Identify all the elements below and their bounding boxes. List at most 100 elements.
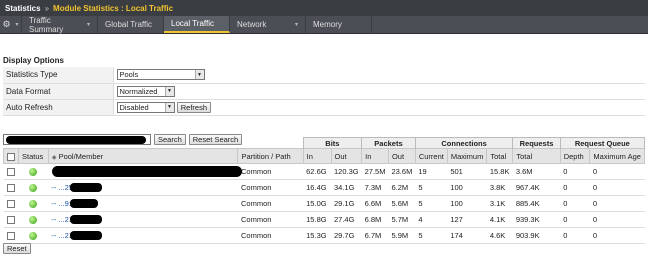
member-cell: -- ...217:7010 (48, 211, 238, 228)
cell-conn-current: 5 (415, 227, 448, 244)
auto-refresh-select[interactable]: Disabled ▼ (116, 101, 175, 113)
cell-conn-current: 5 (415, 195, 448, 212)
options-table: Statistics Type Pools ▼ Data Format Norm… (3, 67, 645, 116)
cell-depth: 0 (560, 195, 590, 212)
row-checkbox[interactable] (6, 200, 15, 208)
row-checkbox[interactable] (6, 184, 15, 192)
cell-requests: 3.6M (512, 163, 561, 180)
breadcrumb-separator: » (44, 3, 50, 13)
table-row: -- ...218:7010 Common 15.3G 29.7G 6.7M 5… (3, 227, 645, 244)
cell-bits-out: 120.3G (331, 163, 362, 180)
tab-global-traffic[interactable]: Global Traffic (98, 16, 164, 33)
table-row: Common 62.6G 120.3G 27.5M 23.6M 19 501 1… (3, 163, 645, 180)
cell-depth: 0 (560, 211, 590, 228)
cell-conn-maximum: 100 (447, 179, 487, 196)
cell-packets-out: 23.6M (388, 163, 416, 180)
cell-conn-maximum: 100 (447, 195, 487, 212)
chevron-down-icon: ▼ (194, 70, 204, 80)
refresh-button[interactable]: Refresh (176, 101, 211, 113)
display-options: Display Options Statistics Type Pools ▼ … (3, 56, 645, 116)
cell-max-age: 0 (589, 227, 645, 244)
chevron-down-icon: ▼ (164, 86, 174, 96)
settings-menu[interactable]: ⚙ ▾ (0, 16, 22, 33)
col-bits-in: In (302, 148, 332, 164)
statistics-type-label: Statistics Type (3, 67, 114, 84)
cell-partition: Common (237, 211, 304, 228)
cell-bits-in: 16.4G (303, 179, 331, 196)
section-title: Display Options (3, 56, 64, 65)
top-breadcrumb-bar: Statistics » Module Statistics : Local T… (0, 0, 648, 16)
cell-partition: Common (237, 179, 304, 196)
col-conn-maximum: Maximum (446, 148, 488, 164)
member-cell: -- ...9:7010 (48, 195, 238, 212)
auto-refresh-label: Auto Refresh (3, 99, 114, 116)
tab-network[interactable]: Network ▾ (230, 16, 306, 33)
cell-conn-maximum: 174 (447, 227, 487, 244)
pool-name-cell[interactable] (48, 163, 243, 180)
group-bits: Bits (302, 137, 363, 149)
data-format-label: Data Format (3, 83, 114, 100)
group-request-queue: Request Queue (559, 137, 646, 149)
col-queue-max-age: Maximum Age (589, 148, 645, 164)
cell-packets-in: 6.8M (361, 211, 389, 228)
cell-conn-current: 19 (415, 163, 448, 180)
cell-packets-in: 7.3M (361, 179, 389, 196)
col-conn-total: Total (486, 148, 514, 164)
select-all-checkbox[interactable] (7, 152, 15, 161)
cell-packets-in: 6.6M (361, 195, 389, 212)
cell-bits-in: 15.8G (303, 211, 331, 228)
cell-max-age: 0 (589, 179, 645, 196)
row-checkbox[interactable] (6, 232, 15, 240)
col-packets-in: In (361, 148, 389, 164)
cell-packets-in: 6.7M (361, 227, 389, 244)
cell-packets-out: 5.9M (388, 227, 416, 244)
breadcrumb-root[interactable]: Statistics (5, 4, 41, 13)
row-checkbox[interactable] (6, 216, 15, 224)
col-bits-out: Out (330, 148, 363, 164)
green-status-icon (29, 168, 38, 176)
tab-traffic-summary[interactable]: Traffic Summary ▾ (22, 16, 98, 34)
col-pool-member[interactable]: ◆ Pool/Member (47, 148, 239, 164)
green-status-icon (29, 184, 38, 192)
cell-packets-out: 5.6M (388, 195, 416, 212)
tab-bar: ⚙ ▾ Traffic Summary ▾ Global Traffic Local… (0, 16, 648, 34)
column-header-row: Status ◆ Pool/Member Partition / Path In… (3, 148, 645, 164)
select-all-cell (3, 148, 19, 164)
cell-partition: Common (237, 195, 304, 212)
col-partition: Partition / Path (237, 148, 304, 164)
statistics-type-select[interactable]: Pools ▼ (116, 69, 205, 81)
cell-max-age: 0 (589, 195, 645, 212)
green-status-icon (29, 216, 38, 224)
chevron-down-icon: ▾ (86, 22, 90, 28)
cell-depth: 0 (560, 163, 590, 180)
cell-conn-total: 15.8K (486, 163, 513, 180)
cell-bits-out: 29.1G (331, 195, 362, 212)
col-status: Status (18, 148, 49, 164)
cell-conn-maximum: 501 (447, 163, 487, 180)
tab-memory[interactable]: Memory (306, 16, 372, 33)
cell-conn-current: 5 (415, 179, 448, 196)
cell-depth: 0 (560, 179, 590, 196)
cell-requests: 939.3K (512, 211, 561, 228)
row-checkbox[interactable] (6, 168, 15, 176)
cell-bits-out: 34.1G (331, 179, 362, 196)
group-requests: Requests (512, 137, 561, 149)
cell-packets-in: 27.5M (361, 163, 389, 180)
cell-bits-in: 15.3G (303, 227, 331, 244)
cell-conn-total: 3.8K (486, 179, 513, 196)
cell-bits-in: 15.0G (303, 195, 331, 212)
cell-max-age: 0 (589, 163, 645, 180)
chevron-down-icon: ▾ (294, 22, 298, 28)
tab-local-traffic[interactable]: Local Traffic (164, 16, 230, 33)
cell-conn-total: 4.1K (486, 211, 513, 228)
member-cell: -- ...218:7010 (48, 227, 238, 244)
member-cell: -- ...254:7010 (48, 179, 238, 196)
col-packets-out: Out (387, 148, 416, 164)
reset-button[interactable]: Reset (3, 243, 31, 254)
redaction-mark (70, 231, 103, 240)
redaction-mark (70, 199, 99, 208)
data-format-select[interactable]: Normalized ▼ (116, 85, 175, 97)
breadcrumb-current: Module Statistics : Local Traffic (53, 3, 174, 13)
gear-icon: ⚙ (2, 19, 11, 29)
cell-requests: 967.4K (512, 179, 561, 196)
